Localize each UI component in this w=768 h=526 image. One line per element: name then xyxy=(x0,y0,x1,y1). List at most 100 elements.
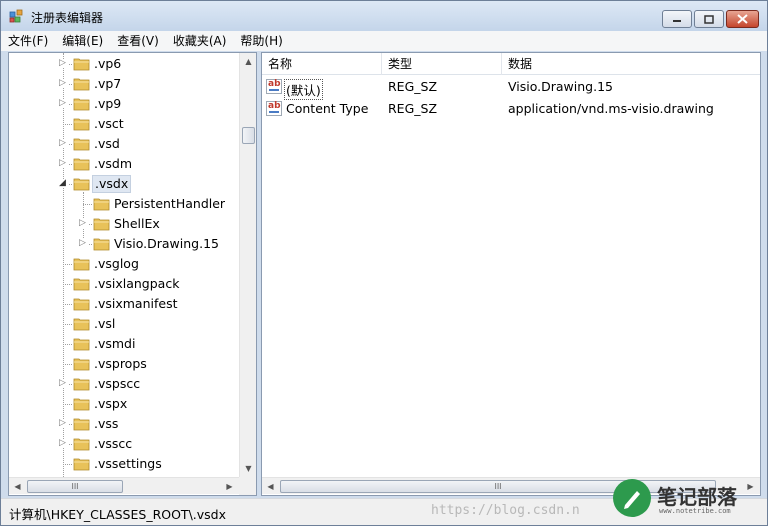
tree-item[interactable]: ▷ ShellEx xyxy=(9,214,239,234)
maximize-button[interactable] xyxy=(694,10,724,28)
tree-vertical-scrollbar[interactable]: ▲ ▼ xyxy=(239,53,256,477)
folder-icon xyxy=(93,198,110,211)
title-bar[interactable]: 注册表编辑器 xyxy=(1,1,767,31)
scroll-left-arrow-icon[interactable]: ◀ xyxy=(9,478,26,495)
value-name: (默认) xyxy=(284,79,323,100)
tree-item[interactable]: .vsixlangpack xyxy=(9,274,239,294)
tree-item[interactable]: ▷ .vss xyxy=(9,414,239,434)
scroll-corner xyxy=(239,477,256,495)
tree-horizontal-scroll-thumb[interactable]: III xyxy=(27,480,123,493)
scroll-up-arrow-icon[interactable]: ▲ xyxy=(240,53,256,70)
tree-item[interactable]: .vsl xyxy=(9,314,239,334)
values-list-pane[interactable]: 名称 类型 数据 ab (默认) REG_SZ Visio.Drawing.15… xyxy=(261,52,761,496)
tree-connector-line xyxy=(63,284,72,285)
column-header-data[interactable]: 数据 xyxy=(502,53,760,75)
tree-item[interactable]: ▷ .vspscc xyxy=(9,374,239,394)
tree-item-label: .vsl xyxy=(94,316,116,331)
expand-arrow-icon[interactable]: ▷ xyxy=(79,239,88,248)
tree-item[interactable]: .vspx xyxy=(9,394,239,414)
minimize-button[interactable] xyxy=(662,10,692,28)
tree-connector-line xyxy=(63,464,72,465)
registry-tree-pane[interactable]: ▷ .vp6 ▷ .vp7 ▷ .vp9 .vsct ▷ .vsd ▷ .vsdm ◢ .vsdx Per… xyxy=(8,52,257,496)
tree-item[interactable]: .vsprops xyxy=(9,354,239,374)
tree-connector-line xyxy=(63,404,72,405)
folder-icon xyxy=(93,238,110,251)
folder-icon xyxy=(73,58,90,71)
tree-horizontal-scrollbar[interactable]: ◀ III ▶ xyxy=(9,477,239,494)
folder-icon xyxy=(73,118,90,131)
menu-file[interactable]: 文件(F) xyxy=(1,31,55,51)
expand-arrow-icon[interactable]: ▷ xyxy=(59,379,68,388)
menu-view[interactable]: 查看(V) xyxy=(110,31,166,51)
close-button[interactable] xyxy=(726,10,759,28)
folder-icon xyxy=(73,458,90,471)
notetribe-logo: 笔记部落 www.notetribe.com xyxy=(607,479,767,525)
menu-bar: 文件(F) 编辑(E) 查看(V) 收藏夹(A) 帮助(H) xyxy=(1,31,767,51)
value-type: REG_SZ xyxy=(388,79,438,94)
folder-icon xyxy=(73,258,90,271)
tree-item[interactable]: ▷ Visio.Drawing.15 xyxy=(9,234,239,254)
tree-item[interactable]: .vssettings xyxy=(9,454,239,474)
window-title: 注册表编辑器 xyxy=(31,11,104,25)
expand-arrow-icon[interactable]: ▷ xyxy=(59,159,68,168)
column-header-name[interactable]: 名称 xyxy=(262,53,382,75)
close-icon xyxy=(737,14,748,24)
expand-arrow-icon[interactable]: ▷ xyxy=(59,419,68,428)
expand-arrow-icon[interactable]: ▷ xyxy=(59,99,68,108)
expand-arrow-icon[interactable]: ▷ xyxy=(59,59,68,68)
tree-item-label: .vsct xyxy=(94,116,124,131)
content-area: ▷ .vp6 ▷ .vp7 ▷ .vp9 .vsct ▷ .vsd ▷ .vsdm ◢ .vsdx Per… xyxy=(8,52,761,497)
tree-item-label: .vsglog xyxy=(94,256,139,271)
menu-edit[interactable]: 编辑(E) xyxy=(55,31,110,51)
list-header: 名称 类型 数据 xyxy=(262,53,760,75)
regedit-window: 注册表编辑器 文件(F) 编辑(E) 查看(V) 收藏夹(A) 帮助(H) ▷.… xyxy=(0,0,768,526)
maximize-icon xyxy=(704,14,714,24)
tree-item[interactable]: .vsglog xyxy=(9,254,239,274)
scroll-left-arrow-icon[interactable]: ◀ xyxy=(262,478,279,495)
column-header-type[interactable]: 类型 xyxy=(382,53,502,75)
menu-favorites[interactable]: 收藏夹(A) xyxy=(166,31,234,51)
tree-item-label: .vsixmanifest xyxy=(94,296,178,311)
tree-item-label: ShellEx xyxy=(114,216,160,231)
folder-icon xyxy=(73,398,90,411)
watermark-text: https://blog.csdn.n xyxy=(431,503,580,518)
expand-arrow-icon[interactable]: ▷ xyxy=(59,139,68,148)
expand-arrow-icon[interactable]: ▷ xyxy=(79,219,88,228)
tree-connector-line xyxy=(63,124,72,125)
tree-item[interactable]: ▷ .vp6 xyxy=(9,54,239,74)
tree-connector-line xyxy=(63,264,72,265)
value-type: REG_SZ xyxy=(388,101,438,116)
tree-item[interactable]: .vsct xyxy=(9,114,239,134)
tree-vertical-scroll-thumb[interactable] xyxy=(242,127,255,144)
tree-item-label: .vsmdi xyxy=(94,336,136,351)
status-path: 计算机\HKEY_CLASSES_ROOT\.vsdx xyxy=(9,507,226,522)
expand-arrow-icon[interactable]: ▷ xyxy=(59,79,68,88)
tree-connector-line xyxy=(63,324,72,325)
string-value-icon: ab xyxy=(266,101,282,116)
tree-item-label: .vsd xyxy=(94,136,120,151)
tree-item[interactable]: ▷ .vsd xyxy=(9,134,239,154)
tree-item[interactable]: .vsixmanifest xyxy=(9,294,239,314)
tree-item[interactable]: ▷ .vp7 xyxy=(9,74,239,94)
collapse-arrow-icon[interactable]: ◢ xyxy=(59,179,68,188)
tree-item[interactable]: .vsmdi xyxy=(9,334,239,354)
tree-item-label: .vsprops xyxy=(94,356,147,371)
folder-icon xyxy=(73,98,90,111)
folder-icon xyxy=(73,78,90,91)
menu-help[interactable]: 帮助(H) xyxy=(233,31,289,51)
tree-item-label: .vss xyxy=(94,416,119,431)
tree-connector-line xyxy=(83,204,92,205)
expand-arrow-icon[interactable]: ▷ xyxy=(59,439,68,448)
tree-item[interactable]: PersistentHandler xyxy=(9,194,239,214)
scroll-right-arrow-icon[interactable]: ▶ xyxy=(221,478,238,495)
folder-icon xyxy=(73,338,90,351)
value-row[interactable]: ab Content Type REG_SZ application/vnd.m… xyxy=(262,98,760,119)
tree-item[interactable]: ▷ .vsdm xyxy=(9,154,239,174)
scroll-down-arrow-icon[interactable]: ▼ xyxy=(240,460,256,477)
value-row[interactable]: ab (默认) REG_SZ Visio.Drawing.15 xyxy=(262,76,760,100)
tree-item-label: .vp6 xyxy=(94,56,122,71)
tree-connector-line xyxy=(63,304,72,305)
tree-item[interactable]: ▷ .vsscc xyxy=(9,434,239,454)
tree-item[interactable]: ▷ .vp9 xyxy=(9,94,239,114)
tree-item[interactable]: ◢ .vsdx xyxy=(9,174,239,194)
